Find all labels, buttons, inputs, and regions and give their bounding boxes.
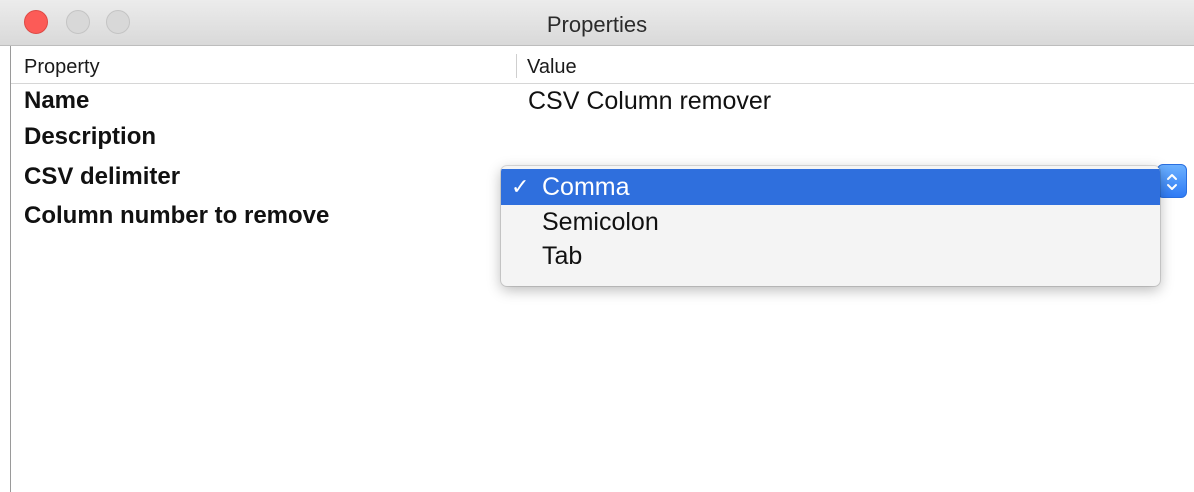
property-label-description: Description: [24, 123, 157, 150]
property-value-name[interactable]: CSV Column remover: [528, 82, 771, 120]
window-title: Properties: [546, 12, 648, 37]
menu-item-comma[interactable]: ✓ Comma: [501, 169, 1160, 205]
delimiter-select-button[interactable]: [1157, 164, 1187, 198]
checkmark-icon: ✓: [511, 174, 530, 199]
properties-window: Properties Property Value Name CSV Colum…: [0, 0, 1194, 492]
table-header: Property Value: [11, 46, 1194, 84]
menu-item-semicolon[interactable]: Semicolon: [501, 204, 1160, 240]
column-divider[interactable]: [516, 54, 517, 78]
property-label-column-number: Column number to remove: [24, 202, 330, 229]
menu-item-tab[interactable]: Tab: [501, 238, 1160, 274]
menu-item-label: Tab: [542, 242, 583, 270]
column-header-property[interactable]: Property: [24, 46, 100, 84]
title-bar[interactable]: Properties: [0, 0, 1194, 46]
delimiter-dropdown-menu: ✓ Comma Semicolon Tab: [501, 166, 1160, 286]
property-label-csv-delimiter: CSV delimiter: [24, 163, 181, 190]
table-row-name[interactable]: Name CSV Column remover: [0, 82, 1194, 120]
property-label-name: Name: [24, 87, 90, 114]
column-header-value[interactable]: Value: [527, 46, 577, 84]
menu-item-label: Semicolon: [542, 208, 659, 236]
chevron-up-down-icon: [1167, 174, 1177, 190]
table-row-description[interactable]: Description: [0, 118, 1194, 156]
menu-item-label: Comma: [542, 173, 630, 201]
